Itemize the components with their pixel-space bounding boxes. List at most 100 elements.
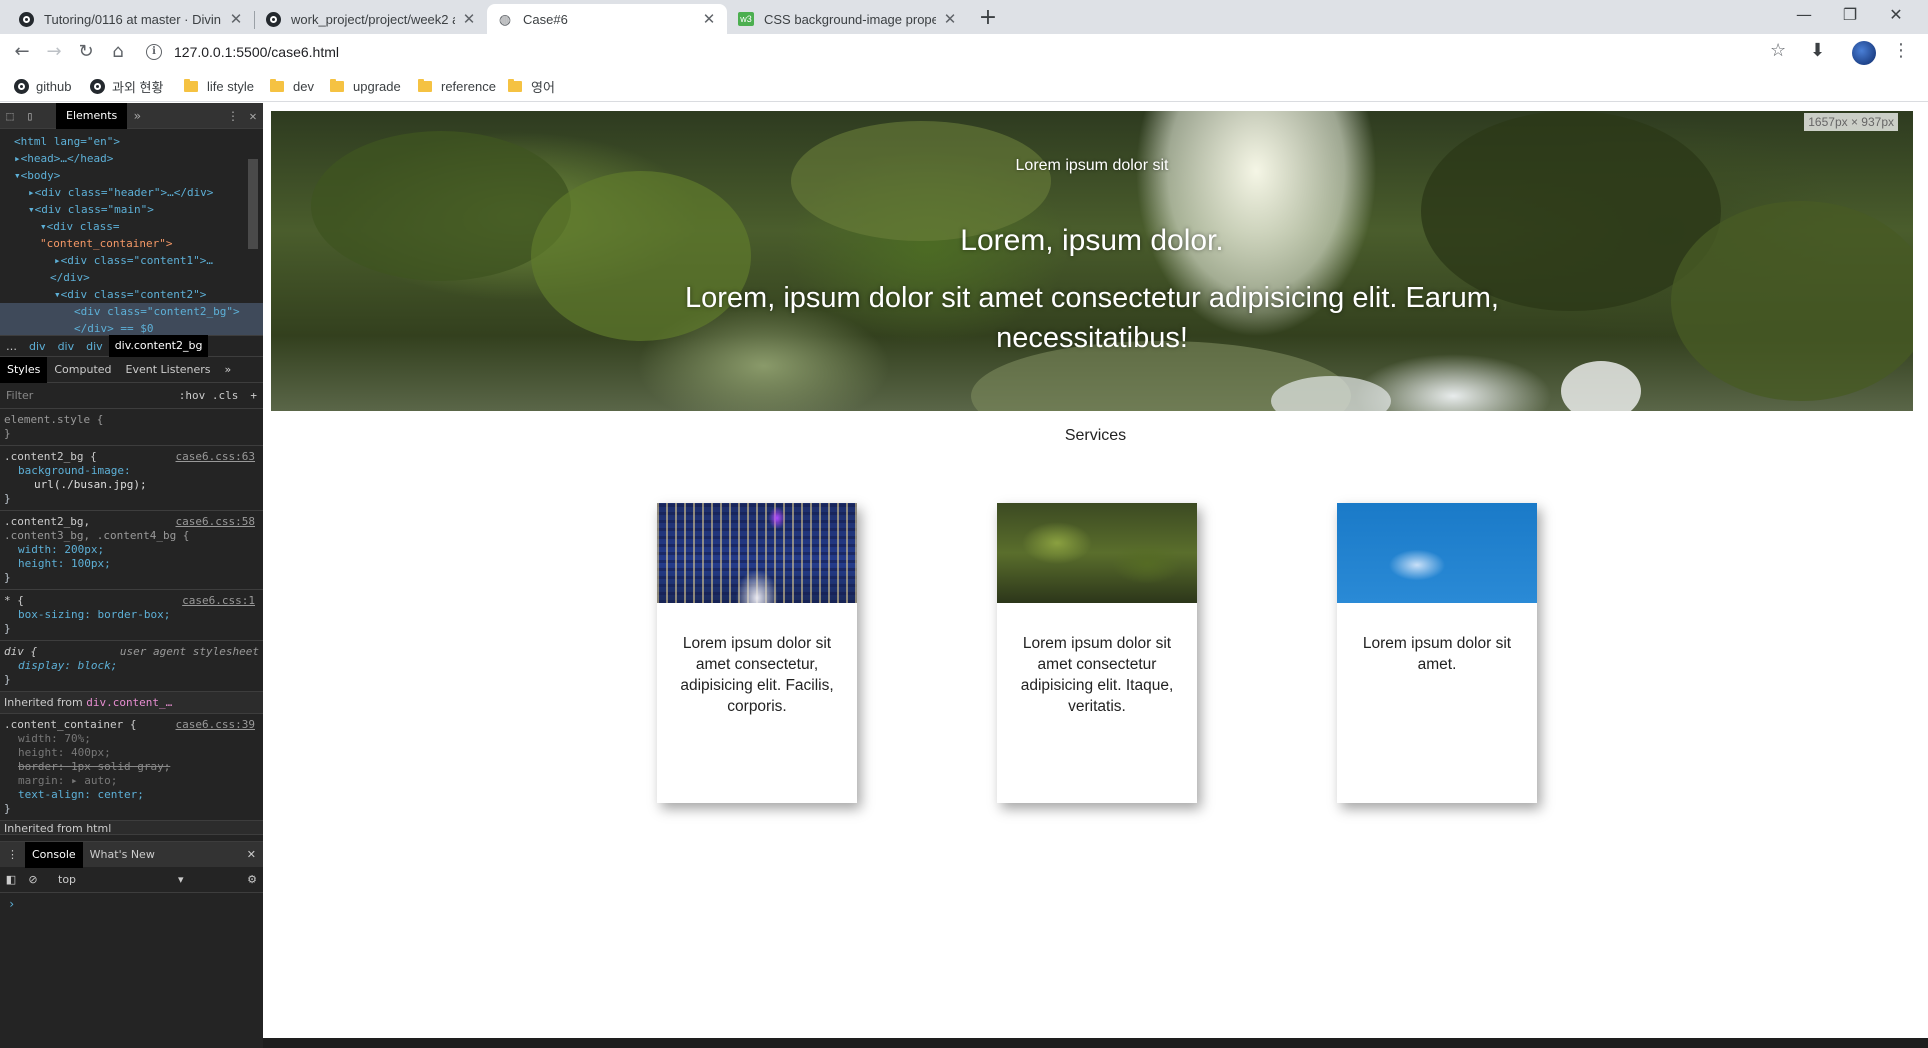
rule-property[interactable]: box-sizing: border-box; (4, 608, 259, 622)
folder-icon (508, 78, 522, 92)
dom-scrollbar[interactable] (248, 159, 258, 249)
rule-property-disabled[interactable]: border: 1px solid gray; (4, 760, 259, 774)
github-icon (265, 11, 281, 27)
minimize-button[interactable]: — (1782, 0, 1826, 30)
more-subtabs-icon[interactable]: » (218, 357, 239, 383)
home-button[interactable]: ⌂ (106, 40, 130, 64)
bookmark-english[interactable]: 영어 (508, 76, 555, 96)
close-window-button[interactable]: ✕ (1874, 0, 1918, 30)
new-tab-button[interactable]: + (975, 6, 1001, 32)
dom-tree: <html lang="en"> ▸<head>…</head> ▾<body>… (0, 129, 263, 335)
breadcrumb-item[interactable]: div (23, 340, 52, 353)
close-tab-icon[interactable]: ✕ (701, 10, 717, 28)
profile-avatar[interactable] (1852, 41, 1876, 65)
rule-element-style[interactable]: element.style { } (0, 409, 263, 446)
bookmark-upgrade[interactable]: upgrade (330, 76, 401, 96)
waterfall-shape (1561, 361, 1641, 411)
dom-node[interactable]: ▾<div class="content2"> (0, 286, 263, 303)
inspect-icon[interactable]: ⬚ (0, 109, 20, 123)
tab-css-background[interactable]: w3 CSS background-image propert ✕ (728, 4, 968, 34)
rule-value[interactable]: url(./busan.jpg); (4, 478, 259, 492)
dom-node[interactable]: ▸<div class="content1">… (0, 252, 263, 269)
dom-node[interactable]: ▸<head>…</head> (0, 150, 263, 167)
console-prompt[interactable]: › (8, 897, 15, 911)
dom-node-selected[interactable]: </div> == $0 (0, 320, 263, 335)
rule-property[interactable]: background-image: (4, 464, 259, 478)
styles-filter-input[interactable]: Filter (0, 389, 173, 402)
dom-node-selected[interactable]: <div class="content2_bg"> (0, 303, 263, 320)
service-card: Lorem ipsum dolor sit amet consectetur, … (657, 503, 857, 803)
window-bottom-edge (263, 1038, 1928, 1048)
dimension-badge: 1657px × 937px (1804, 113, 1898, 131)
breadcrumb-current[interactable]: div.content2_bg (108, 335, 209, 357)
tab-whats-new[interactable]: What's New (83, 842, 162, 868)
sidebar-toggle-icon[interactable]: ◧ (0, 873, 22, 886)
rule-source-link[interactable]: case6.css:1 (182, 594, 255, 608)
forward-button[interactable]: → (42, 40, 66, 64)
close-tab-icon[interactable]: ✕ (942, 10, 958, 28)
tab-elements[interactable]: Elements (56, 102, 128, 129)
drawer-menu-icon[interactable]: ⋮ (0, 842, 25, 868)
dom-node[interactable]: ▾<body> (0, 167, 263, 184)
rule-div-ua[interactable]: div { user agent stylesheet display: blo… (0, 641, 263, 692)
rule-source-link[interactable]: case6.css:58 (176, 515, 255, 529)
restore-button[interactable]: ❐ (1828, 0, 1872, 30)
rule-source-link[interactable]: case6.css:63 (176, 450, 255, 464)
rule-content2-bg[interactable]: .content2_bg { case6.css:63 background-i… (0, 446, 263, 511)
address-bar[interactable]: i 127.0.0.1:5500/case6.html (140, 38, 1770, 66)
rule-content-container[interactable]: .content_container { case6.css:39 width:… (0, 714, 263, 821)
state-toggles[interactable]: :hov .cls (173, 389, 245, 402)
bookmark-tutoring-status[interactable]: 과외 현황 (90, 76, 163, 96)
console-settings-icon[interactable]: ⚙ (241, 873, 263, 886)
rule-close: } (4, 427, 11, 440)
reload-button[interactable]: ↻ (74, 40, 98, 64)
close-tab-icon[interactable]: ✕ (461, 10, 477, 28)
tab-event-listeners[interactable]: Event Listeners (119, 357, 218, 383)
tab-styles[interactable]: Styles (0, 356, 48, 383)
rule-property[interactable]: width: 200px; (4, 543, 259, 557)
bookmark-star-icon[interactable]: ☆ (1770, 40, 1786, 61)
clear-console-icon[interactable]: ⊘ (22, 873, 44, 886)
rule-property[interactable]: text-align: center; (4, 788, 259, 802)
rule-universal[interactable]: * { case6.css:1 box-sizing: border-box; … (0, 590, 263, 641)
breadcrumb-item[interactable]: div (80, 340, 109, 353)
close-tab-icon[interactable]: ✕ (228, 10, 244, 28)
devtools-menu-icon[interactable]: ⋮ (223, 109, 243, 123)
back-button[interactable]: ← (10, 40, 34, 64)
dom-node[interactable]: ▸<div class="header">…</div> (0, 184, 263, 201)
github-icon (90, 78, 105, 94)
tab-tutoring[interactable]: Tutoring/0116 at master · Divin ✕ (8, 4, 254, 34)
breadcrumb-item[interactable]: div (52, 340, 81, 353)
tab-case6[interactable]: ◍ Case#6 ✕ (487, 4, 727, 34)
rule-content-bg-size[interactable]: .content2_bg, case6.css:58 .content3_bg,… (0, 511, 263, 590)
info-icon[interactable]: i (146, 44, 162, 60)
bookmark-reference[interactable]: reference (418, 76, 496, 96)
chevron-down-icon[interactable]: ▾ (178, 873, 198, 886)
download-icon[interactable]: ⬇ (1810, 40, 1825, 61)
bookmark-dev[interactable]: dev (270, 76, 314, 96)
tab-title: Tutoring/0116 at master · Divin (44, 11, 222, 27)
tab-computed[interactable]: Computed (47, 357, 118, 383)
rule-property[interactable]: height: 100px; (4, 557, 259, 571)
dom-node[interactable]: ▾<div class="main"> (0, 201, 263, 218)
add-rule-icon[interactable]: + (244, 389, 263, 402)
rule-selector: element.style { (4, 413, 104, 426)
tab-console[interactable]: Console (25, 841, 83, 868)
context-select[interactable]: top (58, 873, 178, 886)
dom-node[interactable]: <html lang="en"> (0, 133, 263, 150)
bookmark-life-style[interactable]: life style (184, 76, 254, 96)
devtools-close-icon[interactable]: ✕ (243, 109, 263, 123)
dom-node[interactable]: ▾<div class= (0, 218, 263, 235)
bookmark-github[interactable]: github (14, 76, 71, 96)
rule-source-link[interactable]: case6.css:39 (176, 718, 255, 732)
more-tabs-icon[interactable]: » (127, 109, 147, 123)
card-image-forest (997, 503, 1197, 603)
menu-icon[interactable]: ⋮ (1892, 40, 1910, 61)
console-drawer-tabs: ⋮ Console What's New ✕ (0, 841, 263, 868)
breadcrumb-item[interactable]: … (0, 340, 23, 353)
device-toggle-icon[interactable]: ▯ (20, 109, 40, 123)
tab-work-project[interactable]: work_project/project/week2 at n ✕ (255, 4, 487, 34)
rule-property: width: 70%; (18, 732, 91, 745)
inherited-element[interactable]: div.content_… (86, 696, 172, 709)
drawer-close-icon[interactable]: ✕ (240, 842, 263, 868)
